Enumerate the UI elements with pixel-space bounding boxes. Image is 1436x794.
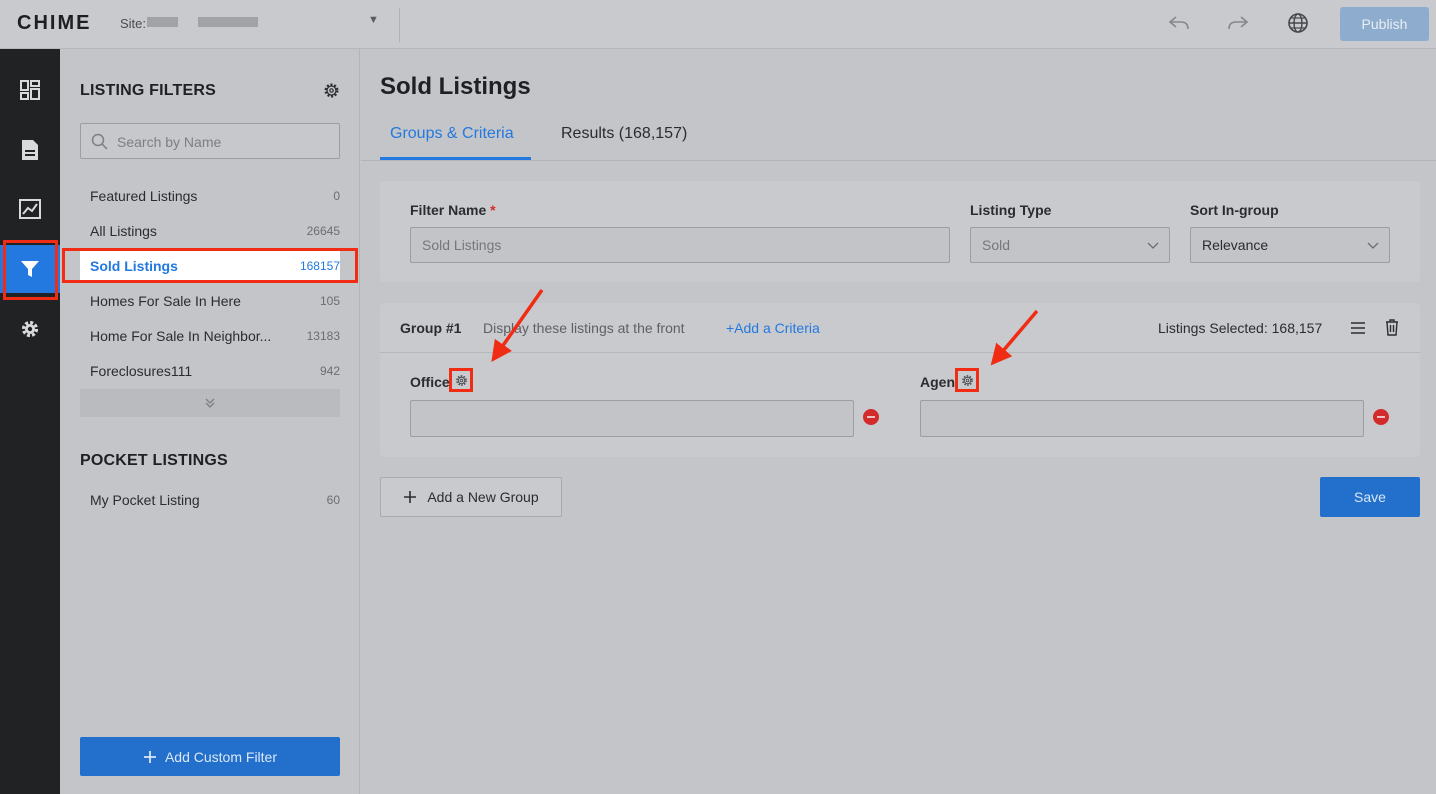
group-title: Group #1 <box>400 320 462 336</box>
filter-settings-card: Filter Name * Sold Listings Listing Type… <box>380 181 1420 282</box>
add-custom-filter-button[interactable]: Add Custom Filter <box>80 737 340 776</box>
site-dropdown-caret-icon[interactable]: ▼ <box>368 14 379 26</box>
group-header: Group #1 Display these listings at the f… <box>380 303 1420 353</box>
listing-filters-sidebar: LISTING FILTERS Featured Listings 0 All … <box>60 49 360 794</box>
sort-in-group-value: Relevance <box>1202 237 1269 253</box>
tab-bar: Groups & Criteria Results (168,157) <box>361 115 1436 161</box>
top-divider <box>399 8 400 42</box>
listings-selected-count: Listings Selected: 168,157 <box>1158 320 1323 336</box>
sidebar-item-homes-for-sale-in-here[interactable]: Homes For Sale In Here 105 <box>80 283 340 318</box>
sidebar-item-count: 0 <box>333 188 340 203</box>
site-label: Site: <box>120 16 147 31</box>
filter-name-label: Filter Name * <box>410 202 496 218</box>
sidebar-item-label: Featured Listings <box>90 187 198 204</box>
pocket-listings-title: POCKET LISTINGS <box>80 452 228 469</box>
plus-icon <box>404 491 417 503</box>
save-button[interactable]: Save <box>1320 477 1420 517</box>
sidebar-item-label: Home For Sale In Neighbor... <box>90 327 272 344</box>
tab-groups-criteria[interactable]: Groups & Criteria <box>390 125 514 143</box>
sidebar-item-label: All Listings <box>90 222 157 239</box>
dashboard-icon <box>20 80 40 100</box>
undo-icon[interactable] <box>1166 10 1192 36</box>
page-title: Sold Listings <box>380 73 531 100</box>
left-rail <box>0 49 60 794</box>
reorder-handle-icon[interactable] <box>1350 321 1366 340</box>
group-card: Group #1 Display these listings at the f… <box>380 303 1420 457</box>
listing-type-label: Listing Type <box>970 202 1052 218</box>
agent-criteria-input[interactable] <box>920 400 1364 437</box>
required-mark: * <box>490 202 496 218</box>
add-criteria-link[interactable]: +Add a Criteria <box>726 320 820 336</box>
filters-settings-gear-icon[interactable] <box>323 82 340 104</box>
site-url-redacted <box>198 17 258 27</box>
sidebar-item-featured-listings[interactable]: Featured Listings 0 <box>80 178 340 213</box>
remove-agent-criteria-icon[interactable] <box>1373 409 1389 425</box>
sidebar-item-count: 60 <box>326 492 340 507</box>
rail-settings[interactable] <box>0 305 60 353</box>
sort-in-group-label: Sort In-group <box>1190 202 1279 218</box>
remove-office-criteria-icon[interactable] <box>863 409 879 425</box>
rail-pages[interactable] <box>0 126 60 174</box>
sidebar-item-count: 942 <box>319 363 340 378</box>
redo-icon[interactable] <box>1225 10 1251 36</box>
document-icon <box>22 140 38 160</box>
listing-filters-title: LISTING FILTERS <box>80 82 217 99</box>
sidebar-item-label: Homes For Sale In Here <box>90 292 241 309</box>
sidebar-annotation-box <box>62 248 358 283</box>
chevron-down-icon <box>1147 242 1159 249</box>
sidebar-item-my-pocket-listing[interactable]: My Pocket Listing 60 <box>80 482 340 517</box>
analytics-icon <box>19 199 41 219</box>
add-new-group-button[interactable]: Add a New Group <box>380 477 562 517</box>
site-name-redacted <box>147 17 178 27</box>
filter-name-input[interactable]: Sold Listings <box>410 227 950 263</box>
add-custom-filter-label: Add Custom Filter <box>164 748 278 765</box>
sidebar-item-label: Foreclosures111 <box>90 362 193 379</box>
chime-logo[interactable]: CHIME <box>17 12 91 35</box>
search-input[interactable] <box>117 132 327 152</box>
sidebar-item-all-listings[interactable]: All Listings 26645 <box>80 213 340 248</box>
publish-button[interactable]: Publish <box>1340 7 1429 41</box>
office-criteria-input[interactable] <box>410 400 854 437</box>
sidebar-item-label: My Pocket Listing <box>90 491 200 508</box>
office-settings-gear-icon[interactable] <box>449 368 473 392</box>
tab-results[interactable]: Results (168,157) <box>561 125 687 143</box>
rail-analytics[interactable] <box>0 185 60 233</box>
office-criteria-label: Office <box>410 374 450 390</box>
group-description: Display these listings at the front <box>483 320 685 336</box>
sidebar-item-count: 13183 <box>306 328 340 343</box>
plus-icon <box>143 750 156 763</box>
agent-criteria-label: Agent <box>920 374 960 390</box>
double-chevron-down-icon <box>205 398 215 408</box>
agent-settings-gear-icon[interactable] <box>955 368 979 392</box>
settings-icon <box>21 320 39 338</box>
filter-name-value: Sold Listings <box>422 237 502 253</box>
sort-in-group-select[interactable]: Relevance <box>1190 227 1390 263</box>
search-icon <box>91 133 108 150</box>
rail-annotation-box <box>3 240 58 300</box>
listing-type-value: Sold <box>982 237 1011 253</box>
top-bar: CHIME Site: ▼ Publish <box>0 0 1436 49</box>
filter-search-box[interactable] <box>80 123 340 159</box>
active-tab-indicator <box>380 157 531 160</box>
chevron-down-icon <box>1367 242 1379 249</box>
sidebar-item-count: 105 <box>319 293 340 308</box>
main-content: Sold Listings Groups & Criteria Results … <box>361 49 1436 794</box>
sidebar-item-foreclosures111[interactable]: Foreclosures111 942 <box>80 353 340 388</box>
sidebar-item-count: 26645 <box>306 223 340 238</box>
sidebar-item-home-for-sale-in-neighbor[interactable]: Home For Sale In Neighbor... 13183 <box>80 318 340 353</box>
rail-dashboard[interactable] <box>0 66 60 114</box>
trash-icon[interactable] <box>1385 319 1399 341</box>
add-new-group-label: Add a New Group <box>427 489 539 505</box>
globe-icon[interactable] <box>1285 10 1311 36</box>
show-more-button[interactable] <box>80 389 340 417</box>
listing-type-select[interactable]: Sold <box>970 227 1170 263</box>
